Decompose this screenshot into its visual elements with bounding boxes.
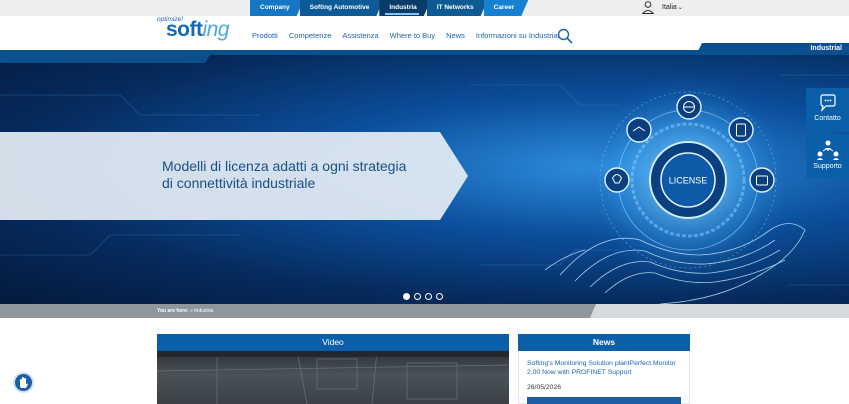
breadcrumb-current[interactable]: Industria <box>194 308 213 314</box>
header-strip-lower <box>0 55 210 63</box>
slider-dot[interactable] <box>425 293 432 300</box>
slider-dot[interactable] <box>414 293 421 300</box>
language-selector[interactable]: Italia⌄ <box>662 0 683 16</box>
breadcrumb <box>0 304 596 318</box>
news-item-title[interactable]: Softing's Monitoring Solution plantPerfe… <box>527 360 685 377</box>
section-label: Industrial <box>696 43 849 55</box>
video-player[interactable] <box>157 351 509 404</box>
language-label: Italia <box>662 4 677 11</box>
contact-widget[interactable]: Contatto <box>806 88 849 132</box>
slider-dot[interactable] <box>403 293 410 300</box>
news-item-image[interactable] <box>527 397 681 404</box>
tab-career[interactable]: Career <box>484 0 529 16</box>
hand-icon <box>20 377 28 388</box>
tab-it-networks[interactable]: IT Networks <box>427 0 488 16</box>
nav-competenze[interactable]: Competenze <box>289 28 332 44</box>
support-label: Supporto <box>813 163 842 170</box>
account-icon[interactable] <box>642 1 654 14</box>
breadcrumb-prefix: You are here: <box>157 308 189 314</box>
hero-headline: Modelli di licenza adatti a ogni strateg… <box>162 158 406 191</box>
nav-prodotti[interactable]: Prodotti <box>252 28 278 44</box>
search-icon[interactable] <box>557 28 573 44</box>
tab-company[interactable]: Company <box>250 0 304 16</box>
nav-assistenza[interactable]: Assistenza <box>342 28 378 44</box>
video-heading: Video <box>157 334 509 351</box>
hero-headline-line2: di connettività industriale <box>162 174 316 191</box>
nav-where-to-buy[interactable]: Where to Buy <box>390 28 435 44</box>
support-team-icon <box>816 140 839 160</box>
breadcrumb-text: You are here: » Industria <box>157 308 214 314</box>
softing-logo[interactable]: softing <box>166 18 230 42</box>
video-thumbnail <box>157 351 509 404</box>
slider-dot[interactable] <box>436 293 443 300</box>
tab-softing-automotive[interactable]: Softing Automotive <box>300 0 384 16</box>
nav-informazioni[interactable]: Informazioni su Industrial <box>476 28 559 44</box>
license-badge-text: LICENSE <box>669 176 708 186</box>
contact-label: Contatto <box>814 115 841 122</box>
nav-news[interactable]: News <box>446 28 465 44</box>
support-widget[interactable]: Supporto <box>806 134 849 178</box>
hero-slider[interactable]: LICENSE Modelli di licenza adatti a ogni… <box>0 55 849 304</box>
accessibility-icon[interactable] <box>13 372 34 393</box>
chat-bubble-icon <box>819 94 836 112</box>
logo-soft: soft <box>166 18 203 41</box>
hero-headline-line1: Modelli di licenza adatti a ogni strateg… <box>162 158 407 174</box>
division-tabs: Company Softing Automotive Industria IT … <box>250 0 524 16</box>
news-item-date: 26/05/2026 <box>527 384 562 391</box>
main-nav: Prodotti Competenze Assistenza Where to … <box>252 28 570 44</box>
slider-dots <box>403 293 443 300</box>
news-heading: News <box>518 334 690 351</box>
chevron-down-icon: ⌄ <box>677 5 683 11</box>
logo-ing: ing <box>202 18 230 41</box>
tab-industria[interactable]: Industria <box>379 0 430 16</box>
